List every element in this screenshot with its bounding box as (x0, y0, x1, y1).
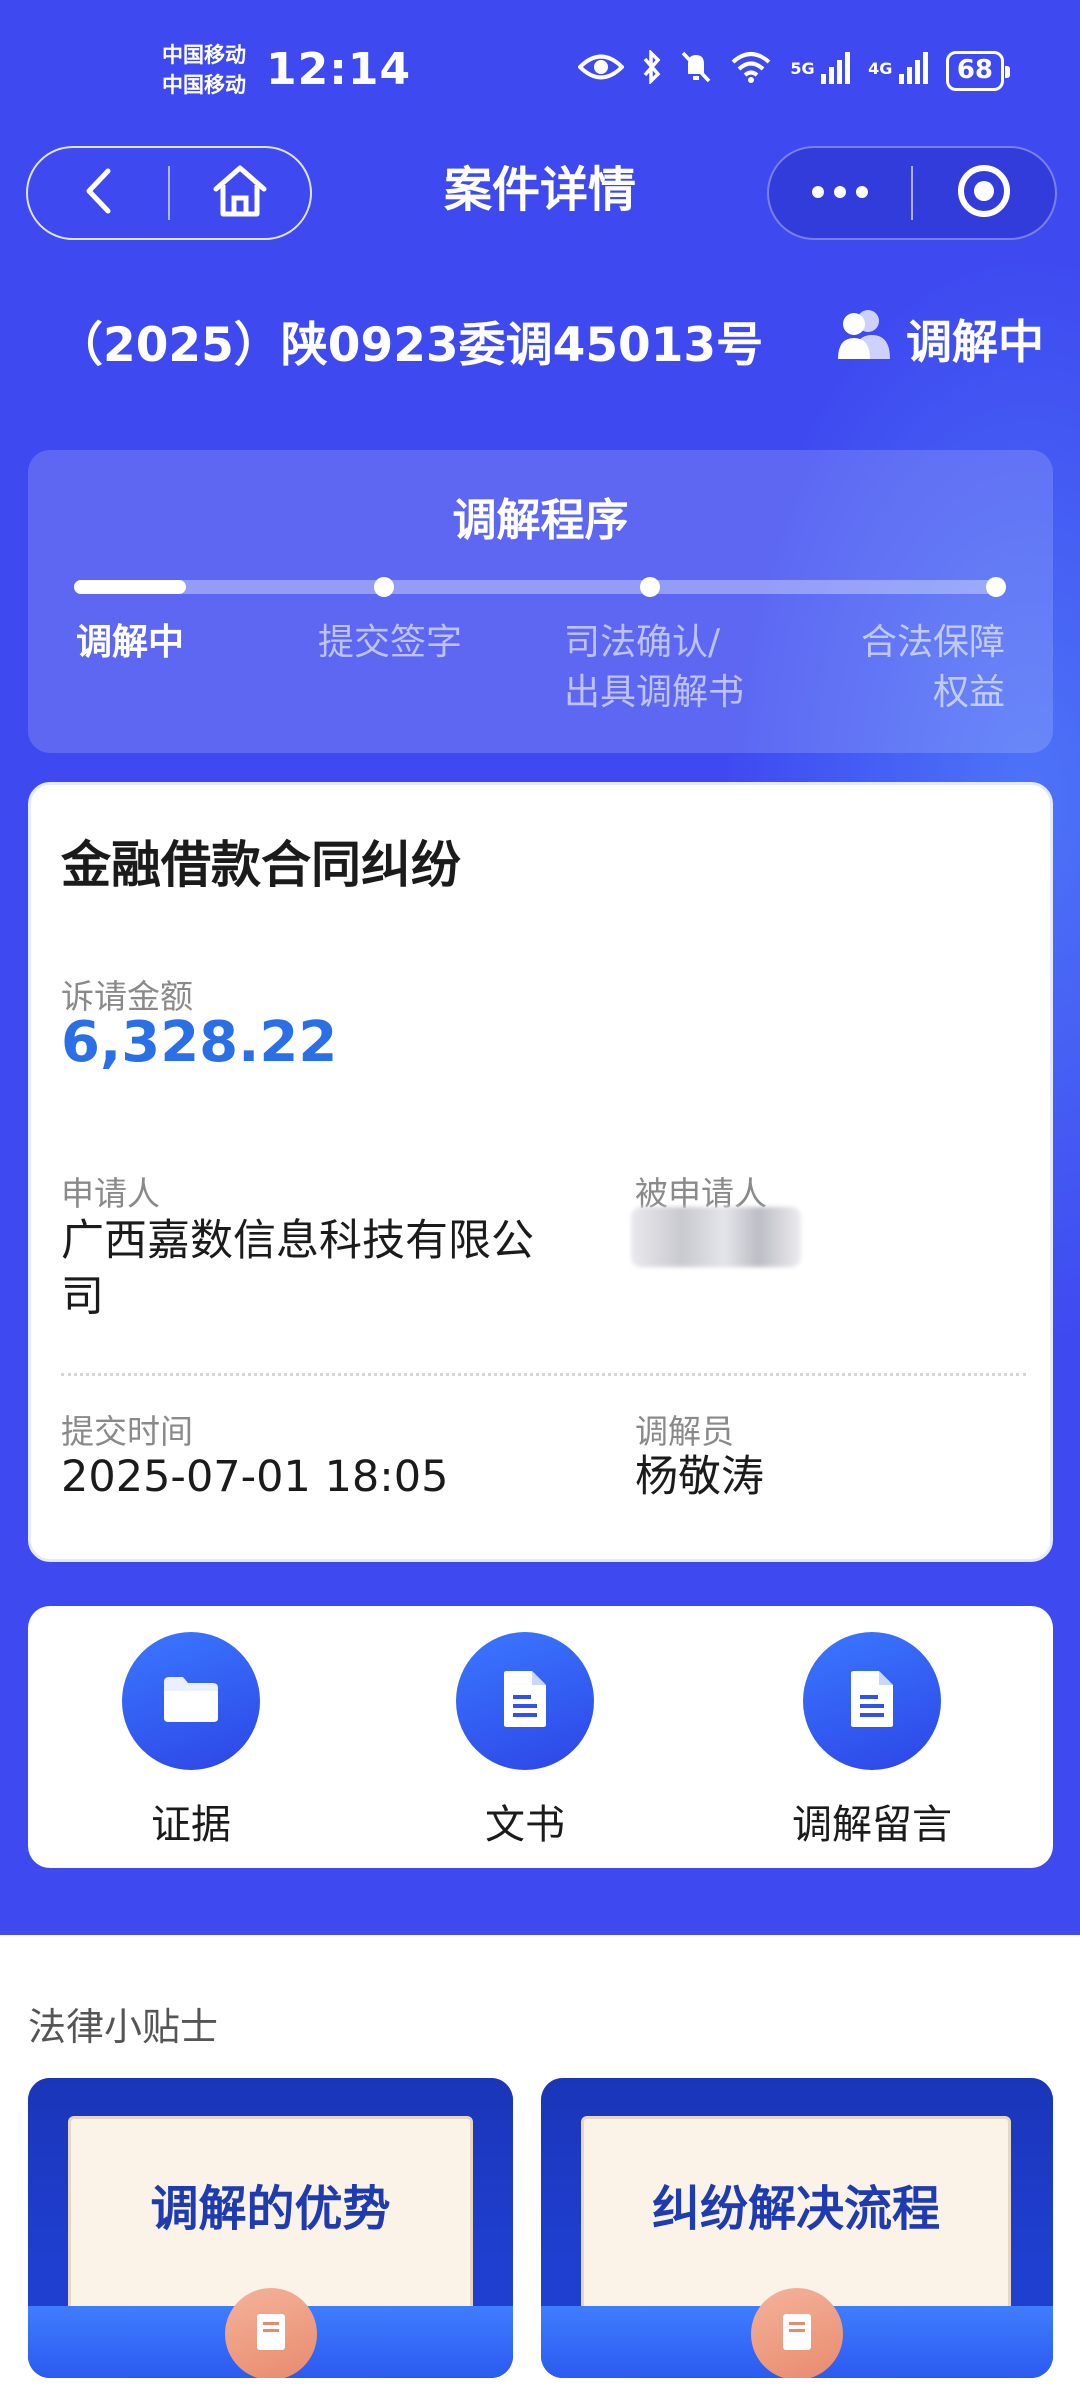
tip-card-dispute-resolution-process[interactable]: 纠纷解决流程 (541, 2078, 1053, 2378)
respondent-name-redacted (631, 1207, 801, 1267)
evidence-button[interactable]: 证据 (81, 1632, 301, 1850)
step-protect-rights: 合法保障 权益 (860, 622, 1005, 713)
procedure-progress-track (74, 577, 1006, 597)
users-icon (836, 307, 890, 372)
case-actions-card: 证据 文书 调解留言 (28, 1606, 1053, 1868)
submit-time: 2025-07-01 18:05 (61, 1452, 449, 1502)
document-icon (500, 1669, 550, 1733)
claim-amount: 6,328.22 (61, 1010, 338, 1075)
nav-right-capsule (767, 146, 1057, 240)
document-icon (847, 1669, 897, 1733)
more-button[interactable] (769, 148, 911, 238)
eye-icon (577, 52, 626, 90)
home-icon (211, 163, 269, 223)
signal-bars-icon (898, 50, 928, 84)
book-icon (777, 2310, 817, 2358)
mediation-message-label: 调解留言 (792, 1802, 952, 1848)
chevron-left-icon (83, 167, 113, 219)
info-divider (61, 1373, 1026, 1376)
folder-icon (161, 1674, 221, 1728)
tip-badge (224, 2288, 317, 2378)
nav-left-capsule (26, 146, 312, 240)
dispute-type: 金融借款合同纠纷 (61, 836, 461, 894)
case-status: 调解中 (836, 306, 1044, 372)
case-info-card: 金融借款合同纠纷 诉请金额 6,328.22 申请人 广西嘉数信息科技有限公 司… (28, 782, 1053, 1562)
step-dot (374, 577, 394, 597)
step-mediating: 调解中 (76, 622, 185, 663)
message-icon-circle (803, 1632, 941, 1770)
wifi-icon (730, 51, 772, 91)
submit-time-label: 提交时间 (61, 1412, 193, 1451)
tip-card-title: 调解的优势 (150, 2181, 391, 2237)
close-miniapp-button[interactable] (913, 148, 1055, 238)
target-icon (956, 163, 1012, 223)
carrier-2: 中国移动 (162, 73, 246, 97)
mediation-message-button[interactable]: 调解留言 (762, 1632, 982, 1850)
applicant-label: 申请人 (61, 1174, 160, 1213)
page-title: 案件详情 (443, 162, 636, 218)
case-number: （2025）陕0923委调45013号 (56, 318, 764, 373)
applicant-name: 广西嘉数信息科技有限公 司 (61, 1216, 534, 1322)
mute-bell-icon (680, 50, 712, 92)
bluetooth-icon (642, 48, 662, 92)
carrier-labels: 中国移动 中国移动 (162, 40, 246, 100)
step-judicial-confirm: 司法确认/ 出具调解书 (564, 622, 745, 713)
mediator-name: 杨敬涛 (635, 1452, 764, 1502)
tip-card-title: 纠纷解决流程 (651, 2181, 940, 2237)
documents-button[interactable]: 文书 (415, 1632, 635, 1850)
legal-tips-title: 法律小贴士 (28, 2005, 219, 2049)
mediator-label: 调解员 (635, 1412, 734, 1451)
procedure-title: 调解程序 (452, 495, 629, 546)
step-submit-sign: 提交签字 (318, 622, 463, 663)
evidence-icon-circle (122, 1632, 260, 1770)
mediation-procedure-card: 调解程序 调解中 提交签字 司法确认/ 出具调解书 合法保障 权益 (28, 450, 1053, 753)
signal-4g: 4G (868, 50, 928, 92)
more-dots-icon (810, 184, 870, 203)
status-bar: 中国移动 中国移动 12:14 5G 4G 68 (0, 0, 1080, 140)
documents-label: 文书 (485, 1802, 565, 1848)
documents-icon-circle (456, 1632, 594, 1770)
battery-icon: 68 (945, 51, 1011, 91)
tip-card-mediation-advantages[interactable]: 调解的优势 (28, 2078, 513, 2378)
signal-5g: 5G (790, 50, 851, 92)
back-button[interactable] (28, 148, 168, 238)
carrier-1: 中国移动 (162, 43, 246, 67)
book-icon (251, 2310, 291, 2358)
step-dot (640, 577, 660, 597)
home-button[interactable] (170, 148, 310, 238)
procedure-progress-fill (74, 580, 186, 594)
signal-bars-icon (821, 50, 851, 84)
evidence-label: 证据 (151, 1802, 231, 1848)
step-dot (986, 577, 1006, 597)
case-status-label: 调解中 (906, 315, 1044, 369)
tip-badge (751, 2288, 843, 2378)
status-icons: 5G 4G 68 (577, 48, 1011, 92)
status-time: 12:14 (266, 44, 412, 95)
